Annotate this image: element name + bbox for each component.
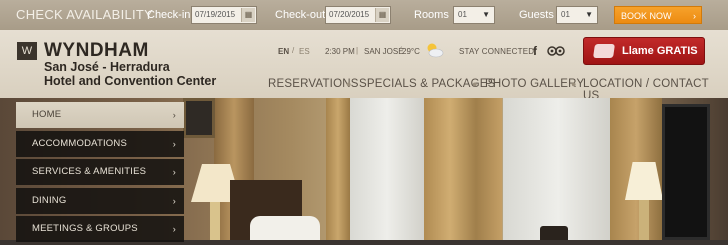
nav-separator: ● xyxy=(472,79,478,89)
menu-item-meetings-groups[interactable]: MEETINGS & GROUPS › xyxy=(16,216,184,242)
pillow xyxy=(250,216,320,240)
stay-connected-label: STAY CONNECTED: xyxy=(459,47,537,56)
chevron-right-icon: › xyxy=(172,224,176,234)
checkin-calendar-icon[interactable]: ▦ xyxy=(241,8,255,22)
nav-photo-gallery[interactable]: PHOTO GALLERY xyxy=(485,78,584,90)
rooms-value: 01 xyxy=(458,10,467,19)
checkout-calendar-icon[interactable]: ▦ xyxy=(375,8,389,22)
nav-separator: ● xyxy=(346,79,352,89)
chevron-right-icon: › xyxy=(172,195,176,206)
checkout-label: Check-out xyxy=(275,9,326,21)
hotel-name-line1: San José - Herradura xyxy=(44,60,170,74)
wall-picture xyxy=(183,98,215,138)
guests-label: Guests xyxy=(519,9,554,21)
rooms-label: Rooms xyxy=(414,9,449,21)
guests-value: 01 xyxy=(561,10,570,19)
chevron-right-icon: › xyxy=(172,138,176,149)
facebook-icon[interactable]: f xyxy=(533,44,537,58)
checkin-value: 07/19/2015 xyxy=(195,10,236,19)
menu-item-accommodations[interactable]: ACCOMMODATIONS › xyxy=(16,130,184,157)
chair xyxy=(540,226,568,240)
lamp-left-base xyxy=(210,202,220,240)
nav-reservations[interactable]: RESERVATIONS xyxy=(268,78,359,90)
wyndham-logo-icon[interactable]: W xyxy=(17,42,37,60)
checkin-field[interactable]: 07/19/2015 ▦ xyxy=(191,6,257,24)
side-menu: HOME › ACCOMMODATIONS › SERVICES & AMENI… xyxy=(16,102,184,245)
menu-item-label: ACCOMMODATIONS xyxy=(32,137,127,149)
language-es-link[interactable]: ES xyxy=(299,47,310,56)
availability-bar: CHECK AVAILABILITY Check-in 07/19/2015 ▦… xyxy=(0,0,728,30)
guests-select[interactable]: 01 ▼ xyxy=(556,6,598,24)
menu-item-dining[interactable]: DINING › xyxy=(16,187,184,214)
television xyxy=(662,104,710,240)
tripadvisor-icon[interactable] xyxy=(547,45,565,56)
menu-item-services-amenities[interactable]: SERVICES & AMENITIES › xyxy=(16,159,184,185)
book-now-button[interactable]: BOOK NOW › xyxy=(614,6,702,24)
language-en-link[interactable]: EN xyxy=(278,47,289,56)
guests-chevron-down-icon: ▼ xyxy=(585,10,593,19)
chevron-right-icon: › xyxy=(172,167,176,177)
call-free-button[interactable]: Llame GRATIS xyxy=(583,37,705,65)
local-time: 2:30 PM xyxy=(325,47,355,56)
menu-item-label: MEETINGS & GROUPS xyxy=(32,223,138,234)
brand-name[interactable]: WYNDHAM xyxy=(44,40,149,62)
checkout-value: 07/20/2015 xyxy=(329,10,370,19)
chevron-right-icon: › xyxy=(693,11,696,21)
checkout-field[interactable]: 07/20/2015 ▦ xyxy=(325,6,391,24)
call-free-label: Llame GRATIS xyxy=(622,45,698,57)
meta-divider: | xyxy=(356,46,359,55)
book-now-label: BOOK NOW xyxy=(621,11,672,21)
lamp-right-base xyxy=(639,200,649,240)
nav-separator: ● xyxy=(571,79,577,89)
rooms-chevron-down-icon: ▼ xyxy=(482,10,490,19)
language-divider: / xyxy=(292,46,295,55)
menu-item-home[interactable]: HOME › xyxy=(16,102,184,128)
menu-item-label: DINING xyxy=(32,194,67,206)
rooms-select[interactable]: 01 ▼ xyxy=(453,6,495,24)
window-left xyxy=(348,98,426,240)
partly-cloudy-icon xyxy=(427,43,444,58)
hotel-name-line2: Hotel and Convention Center xyxy=(44,74,217,88)
availability-title: CHECK AVAILABILITY xyxy=(16,7,154,22)
menu-item-label: SERVICES & AMENITIES xyxy=(32,166,147,177)
curtain-center xyxy=(424,98,502,240)
menu-item-label: HOME xyxy=(32,109,62,120)
phone-icon xyxy=(593,44,615,58)
chevron-right-icon: › xyxy=(172,110,176,120)
curtain-mid-left xyxy=(326,98,350,240)
temperature: 29°C xyxy=(402,47,420,56)
checkin-label: Check-in xyxy=(147,9,191,21)
window-right xyxy=(503,98,613,240)
city-name: SAN JOSÉ xyxy=(364,47,404,56)
